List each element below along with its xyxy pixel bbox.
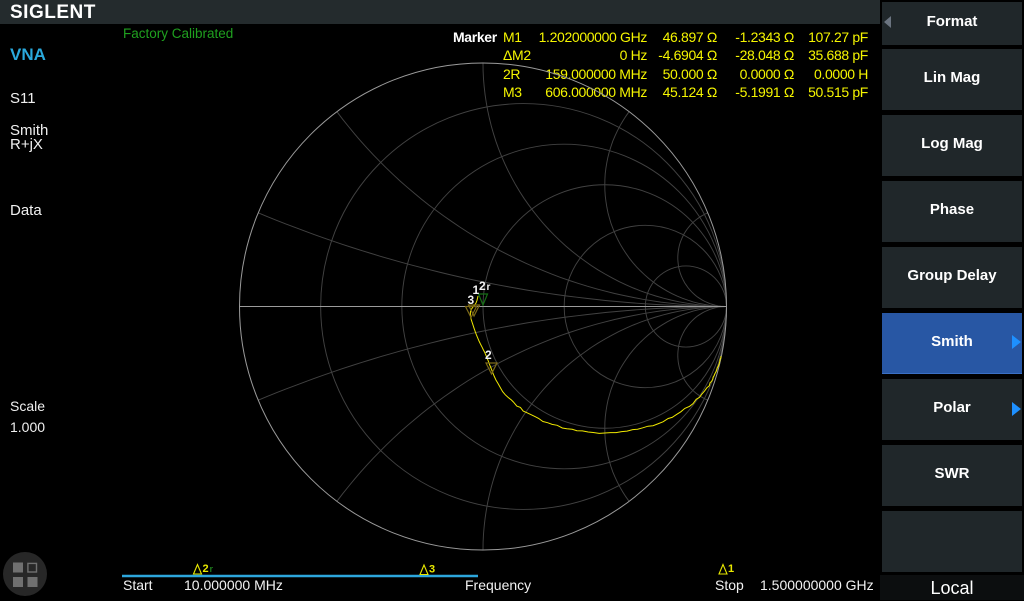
svg-text:2: 2 <box>203 563 209 575</box>
svg-text:1: 1 <box>728 563 734 575</box>
svg-text:3: 3 <box>429 564 435 576</box>
svg-text:r: r <box>487 282 491 293</box>
svg-text:3: 3 <box>468 293 475 307</box>
svg-text:2: 2 <box>479 279 486 293</box>
svg-text:r: r <box>210 564 214 574</box>
svg-text:2: 2 <box>485 348 492 362</box>
